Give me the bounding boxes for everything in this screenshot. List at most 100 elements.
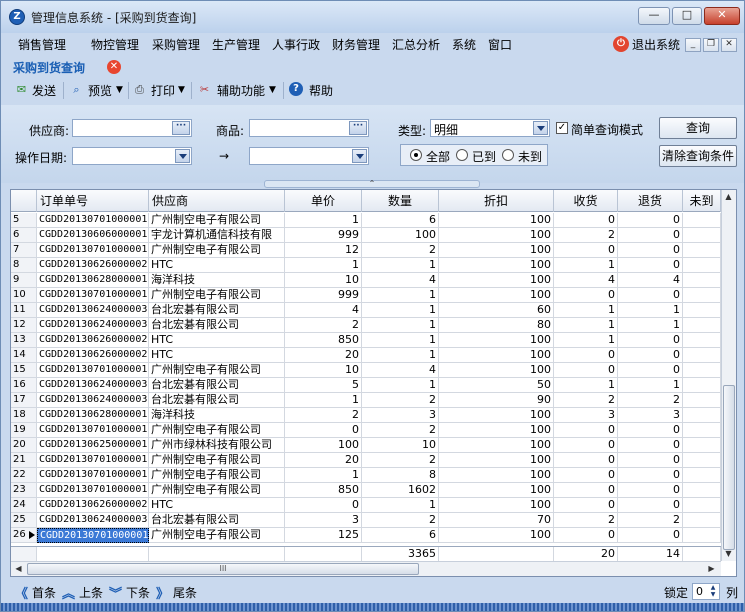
menu-hr-admin[interactable]: 人事行政	[272, 36, 320, 53]
supplier-cell[interactable]: 广州制空电子有限公司	[149, 213, 285, 228]
returned-cell[interactable]: 0	[618, 483, 683, 498]
not-arrived-cell[interactable]	[683, 378, 721, 393]
not-arrived-cell[interactable]	[683, 273, 721, 288]
row-number[interactable]: 9	[11, 273, 37, 288]
header-supplier[interactable]: 供应商	[149, 190, 285, 212]
header-discount[interactable]: 折扣	[439, 190, 554, 212]
received-cell[interactable]: 0	[554, 288, 618, 303]
row-number[interactable]: 21	[11, 453, 37, 468]
received-cell[interactable]: 0	[554, 498, 618, 513]
price-cell[interactable]: 125	[285, 528, 362, 543]
supplier-cell[interactable]: 广州制空电子有限公司	[149, 453, 285, 468]
header-price[interactable]: 单价	[285, 190, 362, 212]
price-cell[interactable]: 999	[285, 288, 362, 303]
returned-cell[interactable]: 4	[618, 273, 683, 288]
supplier-cell[interactable]: 广州制空电子有限公司	[149, 363, 285, 378]
discount-cell[interactable]: 60	[439, 303, 554, 318]
price-cell[interactable]: 100	[285, 438, 362, 453]
price-cell[interactable]: 1	[285, 213, 362, 228]
row-number[interactable]: 8	[11, 258, 37, 273]
received-cell[interactable]: 0	[554, 483, 618, 498]
received-cell[interactable]: 0	[554, 438, 618, 453]
received-cell[interactable]: 0	[554, 528, 618, 543]
header-not-arrived[interactable]: 未到	[683, 190, 721, 212]
order-no-cell[interactable]: CGDD20130701000001	[37, 468, 149, 483]
table-row[interactable]: 7 CGDD20130701000001 广州制空电子有限公司 12 2 100 0 0	[11, 243, 721, 258]
supplier-cell[interactable]: 台北宏碁有限公司	[149, 303, 285, 318]
discount-cell[interactable]: 100	[439, 468, 554, 483]
table-row[interactable]: 17 CGDD20130624000003 台北宏碁有限公司 1 2 90 2 2	[11, 393, 721, 408]
order-no-cell[interactable]: CGDD20130625000001	[37, 438, 149, 453]
supplier-cell[interactable]: 广州制空电子有限公司	[149, 288, 285, 303]
row-number[interactable]: 10	[11, 288, 37, 303]
supplier-cell[interactable]: HTC	[149, 333, 285, 348]
radio-not-arrived-label[interactable]: 未到	[518, 148, 542, 165]
received-cell[interactable]: 0	[554, 243, 618, 258]
returned-cell[interactable]: 0	[618, 333, 683, 348]
received-cell[interactable]: 1	[554, 333, 618, 348]
scroll-down-icon[interactable]: ▼	[722, 547, 735, 561]
supplier-input[interactable]: ···	[72, 119, 192, 137]
quantity-cell[interactable]: 2	[362, 243, 439, 258]
discount-cell[interactable]: 100	[439, 288, 554, 303]
discount-cell[interactable]: 50	[439, 378, 554, 393]
menu-system[interactable]: 系统	[452, 36, 476, 53]
simple-mode-checkbox[interactable]: ✓	[556, 122, 568, 134]
supplier-cell[interactable]: 广州制空电子有限公司	[149, 468, 285, 483]
discount-cell[interactable]: 100	[439, 438, 554, 453]
print-dropdown-icon[interactable]: ▼	[178, 85, 185, 95]
maximize-button[interactable]: □	[672, 7, 702, 25]
not-arrived-cell[interactable]	[683, 483, 721, 498]
price-cell[interactable]: 10	[285, 363, 362, 378]
received-cell[interactable]: 0	[554, 348, 618, 363]
discount-cell[interactable]: 100	[439, 348, 554, 363]
scroll-up-icon[interactable]: ▲	[722, 190, 735, 204]
price-cell[interactable]: 1	[285, 393, 362, 408]
received-cell[interactable]: 1	[554, 258, 618, 273]
quantity-cell[interactable]: 1	[362, 378, 439, 393]
not-arrived-cell[interactable]	[683, 288, 721, 303]
supplier-cell[interactable]: 广州市绿林科技有限公司	[149, 438, 285, 453]
menu-material-control[interactable]: 物控管理	[91, 36, 139, 53]
menu-summary-analysis[interactable]: 汇总分析	[392, 36, 440, 53]
table-row[interactable]: 26 CGDD20130701000001 广州制空电子有限公司 125 6 100 0 0	[11, 528, 721, 543]
discount-cell[interactable]: 80	[439, 318, 554, 333]
order-no-cell[interactable]: CGDD20130606000001	[37, 228, 149, 243]
not-arrived-cell[interactable]	[683, 423, 721, 438]
scroll-right-icon[interactable]: ▶	[705, 562, 718, 576]
assist-functions-button[interactable]: 辅助功能	[217, 82, 265, 99]
lock-columns-spinner-icon[interactable]: ▲ ▼	[707, 584, 719, 599]
last-record-icon[interactable]: 》	[156, 583, 169, 602]
radio-not-arrived[interactable]	[502, 149, 514, 161]
table-row[interactable]: 15 CGDD20130701000001 广州制空电子有限公司 10 4 100 0 0	[11, 363, 721, 378]
quantity-cell[interactable]: 1	[362, 318, 439, 333]
header-received[interactable]: 收货	[554, 190, 618, 212]
price-cell[interactable]: 2	[285, 318, 362, 333]
not-arrived-cell[interactable]	[683, 303, 721, 318]
not-arrived-cell[interactable]	[683, 228, 721, 243]
price-cell[interactable]: 1	[285, 468, 362, 483]
received-cell[interactable]: 1	[554, 378, 618, 393]
horizontal-scrollbar[interactable]: ◀ III ▶	[11, 561, 721, 576]
date-from-picker[interactable]	[72, 147, 192, 165]
query-button[interactable]: 查询	[659, 117, 737, 139]
discount-cell[interactable]: 100	[439, 483, 554, 498]
date-to-picker[interactable]	[249, 147, 369, 165]
table-row[interactable]: 18 CGDD20130628000001 海洋科技 2 3 100 3 3	[11, 408, 721, 423]
mdi-close-button[interactable]: ✕	[721, 38, 737, 52]
returned-cell[interactable]: 0	[618, 288, 683, 303]
received-cell[interactable]: 2	[554, 513, 618, 528]
quantity-cell[interactable]: 4	[362, 273, 439, 288]
preview-dropdown-icon[interactable]: ▼	[116, 85, 123, 95]
date-to-dropdown-icon[interactable]	[352, 149, 367, 163]
price-cell[interactable]: 5	[285, 378, 362, 393]
product-lookup-button[interactable]: ···	[349, 121, 367, 135]
quantity-cell[interactable]: 1	[362, 333, 439, 348]
quantity-cell[interactable]: 3	[362, 408, 439, 423]
price-cell[interactable]: 850	[285, 333, 362, 348]
row-number[interactable]: 5	[11, 213, 37, 228]
discount-cell[interactable]: 100	[439, 363, 554, 378]
returned-cell[interactable]: 0	[618, 438, 683, 453]
quantity-cell[interactable]: 1	[362, 258, 439, 273]
not-arrived-cell[interactable]	[683, 333, 721, 348]
